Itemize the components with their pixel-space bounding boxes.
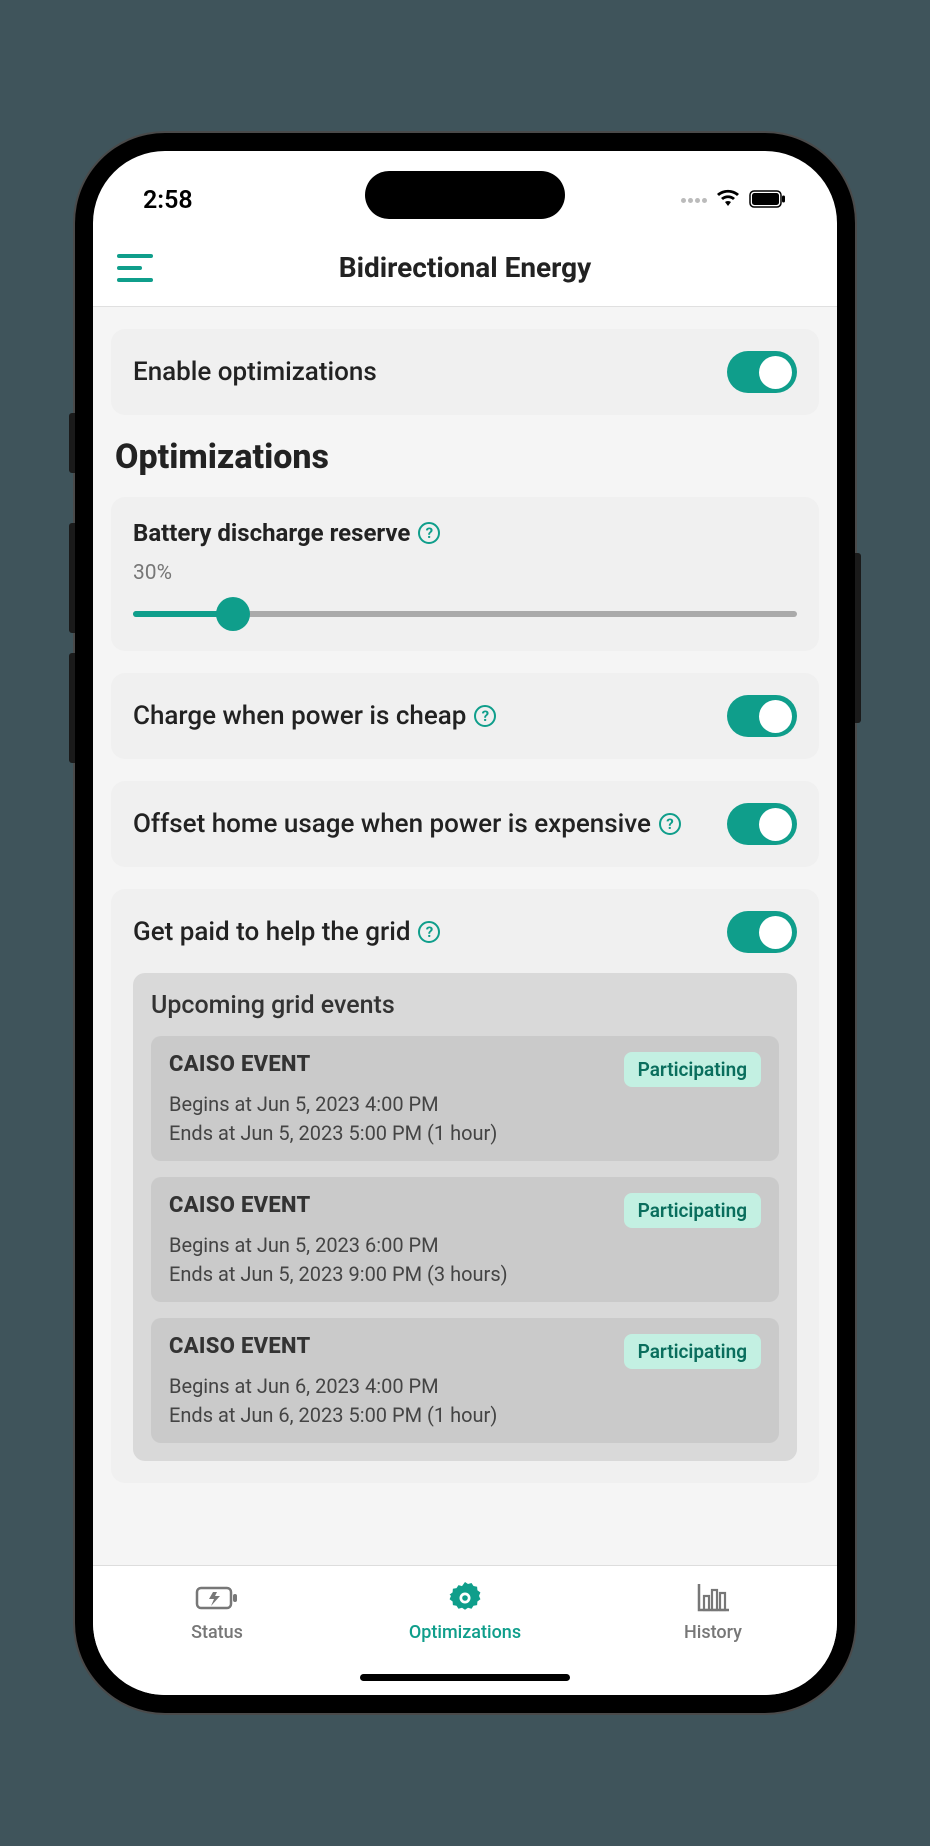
battery-reserve-slider[interactable] [133,599,797,629]
tab-status-label: Status [191,1622,243,1643]
help-icon[interactable]: ? [418,522,440,544]
grid-help-label: Get paid to help the grid [133,917,410,947]
tab-status[interactable]: Status [93,1580,341,1643]
battery-charge-icon [195,1580,239,1616]
wifi-icon [715,186,741,215]
event-begins: Begins at Jun 5, 2023 6:00 PM [169,1233,761,1257]
section-title: Optimizations [115,437,815,477]
cellular-dots-icon [681,198,707,203]
help-icon[interactable]: ? [659,813,681,835]
gear-icon [447,1580,483,1616]
enable-card: Enable optimizations [111,329,819,415]
grid-event[interactable]: CAISO EVENT Participating Begins at Jun 5,… [151,1177,779,1302]
grid-event[interactable]: CAISO EVENT Participating Begins at Jun 6,… [151,1318,779,1443]
status-time: 2:58 [143,186,193,215]
grid-events-title: Upcoming grid events [151,991,779,1020]
tab-history[interactable]: History [589,1580,837,1643]
event-ends: Ends at Jun 5, 2023 5:00 PM (1 hour) [169,1121,761,1145]
event-name: CAISO EVENT [169,1052,311,1077]
grid-help-toggle[interactable] [727,911,797,953]
grid-event[interactable]: CAISO EVENT Participating Begins at Jun 5,… [151,1036,779,1161]
charge-cheap-toggle[interactable] [727,695,797,737]
event-begins: Begins at Jun 6, 2023 4:00 PM [169,1374,761,1398]
participating-badge: Participating [624,1052,761,1087]
screen: 2:58 Bidirectional Energy [93,151,837,1695]
app-header: Bidirectional Energy [93,231,837,307]
enable-label: Enable optimizations [133,357,727,387]
battery-reserve-value: 30% [133,561,797,585]
tab-history-label: History [684,1622,742,1643]
participating-badge: Participating [624,1193,761,1228]
participating-badge: Participating [624,1334,761,1369]
event-ends: Ends at Jun 6, 2023 5:00 PM (1 hour) [169,1403,761,1427]
tab-optimizations-label: Optimizations [409,1622,521,1643]
battery-reserve-label: Battery discharge reserve [133,519,410,547]
enable-toggle[interactable] [727,351,797,393]
battery-icon [749,186,787,215]
home-indicator[interactable] [360,1674,570,1681]
offset-usage-label: Offset home usage when power is expensiv… [133,809,651,839]
event-name: CAISO EVENT [169,1193,311,1218]
phone-frame: 2:58 Bidirectional Energy [75,133,855,1713]
bar-chart-icon [695,1580,731,1616]
grid-events-panel: Upcoming grid events CAISO EVENT Particip… [133,973,797,1461]
tab-optimizations[interactable]: Optimizations [341,1580,589,1643]
notch [365,171,565,219]
help-icon[interactable]: ? [418,921,440,943]
grid-help-card: Get paid to help the grid ? Upcoming gri… [111,889,819,1483]
battery-reserve-card: Battery discharge reserve ? 30% [111,497,819,651]
offset-usage-card: Offset home usage when power is expensiv… [111,781,819,867]
content-scroll[interactable]: Enable optimizations Optimizations Batte… [93,307,837,1565]
help-icon[interactable]: ? [474,705,496,727]
event-begins: Begins at Jun 5, 2023 4:00 PM [169,1092,761,1116]
event-ends: Ends at Jun 5, 2023 9:00 PM (3 hours) [169,1262,761,1286]
charge-cheap-card: Charge when power is cheap ? [111,673,819,759]
page-title: Bidirectional Energy [117,251,813,284]
event-name: CAISO EVENT [169,1334,311,1359]
charge-cheap-label: Charge when power is cheap [133,701,466,731]
offset-usage-toggle[interactable] [727,803,797,845]
